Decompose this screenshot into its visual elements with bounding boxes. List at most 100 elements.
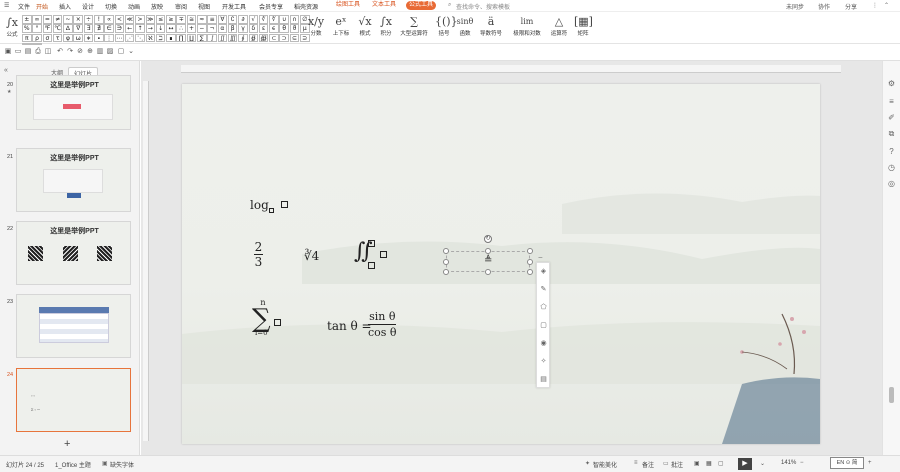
symbol-button[interactable]: ↓ (155, 24, 166, 33)
function-button[interactable]: sinθ 函数 (456, 14, 474, 37)
symbol-button[interactable]: ≠ (52, 15, 63, 24)
symbol-button[interactable]: ∃ (83, 24, 94, 33)
preview-icon[interactable]: ◫ (44, 48, 52, 56)
operator-button[interactable]: △ 运算符 (548, 14, 570, 37)
symbol-button[interactable]: ∯ (248, 33, 259, 43)
symbol-button[interactable]: ! (94, 15, 104, 24)
double-integral-formula[interactable]: ∬ (354, 239, 387, 269)
symbol-button[interactable]: ⊂ (269, 33, 279, 43)
symbol-button[interactable]: ∩ (289, 15, 300, 24)
layers-icon[interactable]: ◈ (539, 267, 548, 276)
symbol-button[interactable]: ∂ (238, 15, 248, 24)
zoom-minus-icon[interactable]: − (800, 460, 804, 466)
resize-handle[interactable] (527, 248, 533, 254)
resize-handle[interactable] (443, 269, 449, 275)
menu-slideshow[interactable]: 放映 (151, 2, 163, 11)
radical-button[interactable]: √x 根式 (356, 14, 374, 37)
save-icon[interactable]: ▣ (4, 48, 12, 56)
symbol-button[interactable]: ∐ (186, 33, 197, 43)
symbol-button[interactable]: ± (22, 15, 32, 24)
format-painter-icon[interactable]: ⊘ (76, 48, 84, 56)
scrollbar-thumb[interactable] (889, 387, 894, 403)
symbol-button[interactable]: ∇ (73, 24, 83, 33)
symbol-button[interactable]: + (186, 24, 197, 33)
symbol-button[interactable]: ∮ (238, 33, 248, 43)
limit-log-button[interactable]: lim 极限和对数 (510, 14, 544, 37)
smart-beautify[interactable]: 智能美化 (593, 460, 617, 469)
symbol-button[interactable]: ↔ (166, 24, 176, 33)
symbol-button[interactable]: ≅ (186, 15, 197, 24)
tab-text-tools[interactable]: 文本工具 (369, 1, 399, 10)
picture-icon[interactable]: ▨ (106, 48, 114, 56)
symbol-button[interactable]: ∬ (217, 33, 228, 43)
symbol-button[interactable]: ∜ (269, 15, 279, 24)
symbol-button[interactable]: ∴ (176, 24, 186, 33)
symbol-button[interactable]: ⋰ (124, 33, 135, 43)
reading-view-icon[interactable]: ▢ (718, 460, 724, 467)
symbol-button[interactable]: ⊆ (289, 33, 300, 43)
bracket-button[interactable]: {()} 括号 (435, 14, 458, 37)
symbol-button[interactable]: ω (73, 33, 83, 43)
symbol-button[interactable]: ∙ (94, 33, 104, 43)
slideshow-icon[interactable]: ▢ (117, 48, 125, 56)
symbol-button[interactable]: − (197, 24, 207, 33)
symbol-button[interactable]: ∪ (279, 15, 289, 24)
slide-thumbnail-21[interactable]: 这里是举例PPT (16, 148, 131, 212)
symbol-button[interactable]: ° (32, 24, 42, 33)
slide-canvas[interactable]: log 2 3 ∛4 ∬ n ∑ i=0 tan θ = sin θ cos θ… (182, 84, 820, 444)
symbol-button[interactable]: ≥ (166, 15, 176, 24)
symbol-button[interactable]: ℃ (52, 24, 63, 33)
symbol-button[interactable]: ≤ (155, 15, 166, 24)
sum-placeholder[interactable] (274, 312, 281, 331)
resize-handle[interactable] (527, 269, 533, 275)
font-missing[interactable]: 缺失字体 (110, 460, 134, 469)
effect-icon[interactable]: ◉ (539, 339, 548, 348)
unsynced-status[interactable]: 未同步 (786, 2, 804, 11)
menu-file[interactable]: 文件 (18, 2, 30, 11)
resize-handle[interactable] (485, 269, 491, 275)
collapse-ribbon-icon[interactable]: ⌃ (884, 2, 889, 9)
menu-design[interactable]: 设计 (82, 2, 94, 11)
clock-icon[interactable]: ◷ (887, 163, 896, 172)
symbol-button[interactable]: ≪ (124, 15, 135, 24)
resize-handle[interactable] (443, 259, 449, 265)
formula-button[interactable]: ∫x 公式 (4, 15, 20, 38)
help-icon[interactable]: ? (887, 147, 896, 156)
slide-thumbnail-22[interactable]: 这里是举例PPT (16, 221, 131, 285)
root-formula[interactable]: ∛4 (304, 249, 319, 263)
symbol-button[interactable]: ϑ (289, 24, 300, 33)
tab-drawing-tools[interactable]: 绘图工具 (333, 1, 363, 10)
fraction-button[interactable]: x/y 分数 (306, 14, 326, 37)
copy-icon[interactable]: ⧉ (887, 129, 896, 138)
symbol-button[interactable]: τ (52, 33, 63, 43)
play-icon[interactable]: ▶ (738, 458, 752, 470)
symbol-button[interactable]: γ (238, 24, 248, 33)
large-operator-button[interactable]: ∑ 大型运算符 (398, 14, 430, 37)
symbol-button[interactable]: φ (63, 33, 73, 43)
fraction-formula[interactable]: 2 3 (254, 240, 263, 269)
resize-handle[interactable] (443, 248, 449, 254)
symbol-button[interactable]: ∑ (197, 33, 207, 43)
more-options-icon[interactable]: ▤ (539, 375, 548, 384)
menu-transition[interactable]: 切换 (105, 2, 117, 11)
shape-fill-icon[interactable]: ⬠ (539, 303, 548, 312)
symbol-button[interactable]: β (227, 24, 238, 33)
placeholder-box[interactable] (268, 207, 274, 213)
export-icon[interactable]: ▤ (24, 48, 32, 56)
symbol-button[interactable]: ∫ (207, 33, 217, 43)
new-slide-icon[interactable]: ⊕ (86, 48, 94, 56)
symbol-button[interactable]: π (22, 33, 32, 43)
resize-handle[interactable] (485, 248, 491, 254)
symbol-button[interactable]: α (217, 24, 228, 33)
comments-button[interactable]: 批注 (671, 460, 683, 469)
slide-thumbnail-24[interactable]: ▫ ▫ Σ ▫ ─ (16, 368, 131, 432)
symbol-button[interactable]: → (145, 24, 156, 33)
pdf-icon[interactable]: ▥ (96, 48, 104, 56)
slide-thumbnail-20[interactable]: 这里是举例PPT (16, 75, 131, 130)
symbol-button[interactable]: ∀ (217, 15, 228, 24)
customize-icon[interactable]: ⌄ (127, 48, 135, 56)
symbol-button[interactable]: ÷ (83, 15, 94, 24)
redo-icon[interactable]: ↷ (66, 48, 74, 56)
settings-icon[interactable]: ⚙ (887, 79, 896, 88)
symbol-button[interactable]: ¬ (207, 24, 217, 33)
